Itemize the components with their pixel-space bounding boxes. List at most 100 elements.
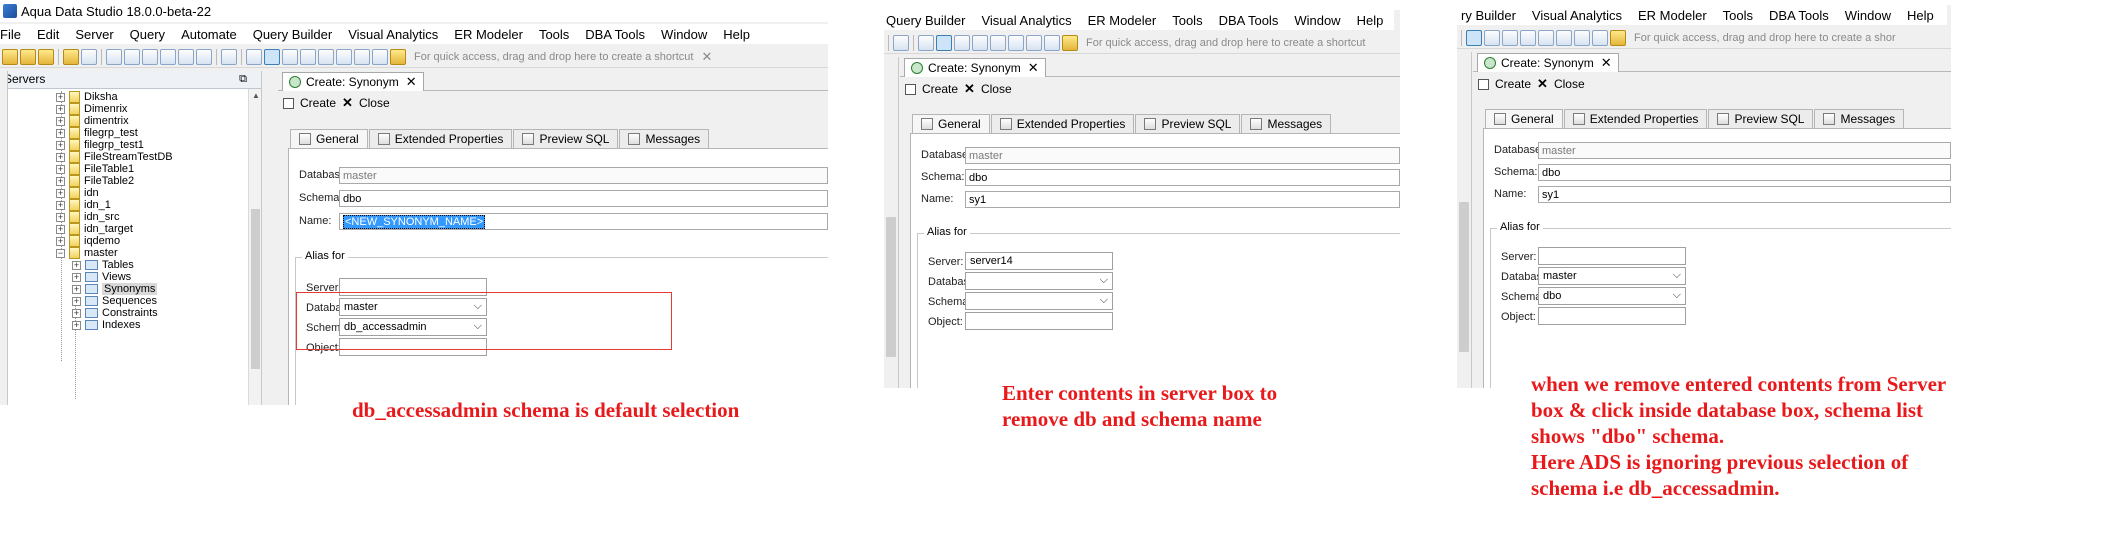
menu-window[interactable]: Window: [1286, 13, 1348, 28]
create-icon[interactable]: [1478, 78, 1489, 90]
menu-window[interactable]: Window: [653, 27, 715, 42]
menu-window[interactable]: Window: [1837, 8, 1899, 23]
menu-server[interactable]: Server: [67, 27, 121, 42]
tool-icon[interactable]: [354, 48, 370, 65]
scrollbar-thumb[interactable]: [1459, 202, 1469, 352]
shortcut-drop-area[interactable]: For quick access, drag and drop here to …: [1634, 32, 1896, 44]
tree-scrollbar[interactable]: ▲: [248, 89, 261, 405]
menu-query-builder[interactable]: Query Builder: [245, 27, 340, 42]
tool-icon[interactable]: [318, 48, 334, 65]
alias-database-select[interactable]: master ⌵: [1538, 267, 1686, 285]
close-tab-icon[interactable]: ✕: [1028, 60, 1039, 76]
close-tab-icon[interactable]: ✕: [406, 74, 417, 90]
schema-field[interactable]: dbo: [339, 190, 828, 207]
shortcut-drop-area[interactable]: For quick access, drag and drop here to …: [414, 51, 693, 63]
tool-icon[interactable]: [1484, 29, 1500, 46]
tab-preview-sql[interactable]: Preview SQL: [1708, 109, 1814, 128]
tab-create-synonym[interactable]: Create: Synonym ✕: [1477, 53, 1619, 72]
tool-icon[interactable]: [20, 48, 36, 65]
tool-icon[interactable]: [1556, 29, 1572, 46]
tool-icon[interactable]: [372, 48, 388, 65]
alias-object-field[interactable]: [965, 312, 1113, 330]
tool-icon[interactable]: [246, 48, 262, 65]
menu-query[interactable]: Query: [122, 27, 173, 42]
scrollbar-thumb[interactable]: [251, 209, 260, 369]
chevron-down-icon[interactable]: ⌵: [1100, 294, 1108, 307]
chevron-down-icon[interactable]: ⌵: [1100, 274, 1108, 287]
chevron-down-icon[interactable]: ⌵: [1673, 289, 1681, 302]
scrollbar-thumb[interactable]: [886, 217, 896, 357]
menu-dba-tools[interactable]: DBA Tools: [1211, 13, 1287, 28]
menu-visual-analytics[interactable]: Visual Analytics: [340, 27, 446, 42]
menu-dba-tools[interactable]: DBA Tools: [1761, 8, 1837, 23]
tab-extended-properties[interactable]: Extended Properties: [368, 129, 513, 148]
close-button[interactable]: Close: [359, 96, 390, 110]
tool-icon[interactable]: [972, 34, 988, 51]
menu-help[interactable]: Help: [1899, 8, 1942, 23]
tab-general[interactable]: General: [912, 114, 990, 133]
menu-help[interactable]: Help: [1349, 13, 1392, 28]
tool-icon[interactable]: [63, 48, 79, 65]
close-icon[interactable]: ✕: [1537, 76, 1548, 92]
menu-dba-tools[interactable]: DBA Tools: [577, 27, 653, 42]
close-icon[interactable]: ✕: [964, 81, 975, 97]
alias-server-field[interactable]: server14: [965, 252, 1113, 270]
tool-icon[interactable]: [1538, 29, 1554, 46]
create-icon[interactable]: [283, 97, 294, 109]
close-button[interactable]: Close: [1554, 77, 1585, 91]
tool-icon[interactable]: [1520, 29, 1536, 46]
tab-extended-properties[interactable]: Extended Properties: [1563, 109, 1708, 128]
schema-field[interactable]: dbo: [965, 169, 1400, 186]
tab-preview-sql[interactable]: Preview SQL: [1135, 114, 1241, 133]
menu-visual-analytics[interactable]: Visual Analytics: [1524, 8, 1630, 23]
name-field[interactable]: <NEW_SYNONYM_NAME>: [339, 213, 828, 230]
name-field[interactable]: sy1: [965, 191, 1400, 208]
create-button[interactable]: Create: [1495, 77, 1531, 91]
tool-icon[interactable]: [390, 48, 406, 65]
alias-schema-select[interactable]: ⌵: [965, 292, 1113, 310]
menu-visual-analytics[interactable]: Visual Analytics: [973, 13, 1079, 28]
menu-automate[interactable]: Automate: [173, 27, 245, 42]
tool-icon[interactable]: [178, 48, 194, 65]
tool-icon[interactable]: [282, 48, 298, 65]
tool-icon[interactable]: [1062, 34, 1078, 51]
tool-icon[interactable]: [1502, 29, 1518, 46]
tab-create-synonym[interactable]: Create: Synonym ✕: [282, 72, 424, 91]
tool-icon[interactable]: [1592, 29, 1608, 46]
close-icon[interactable]: ✕: [342, 95, 353, 111]
tab-general[interactable]: General: [290, 129, 368, 148]
menu-er-modeler[interactable]: ER Modeler: [446, 27, 531, 42]
tool-icon[interactable]: [336, 48, 352, 65]
tool-icon[interactable]: [1574, 29, 1590, 46]
alias-object-field[interactable]: [1538, 307, 1686, 325]
tool-icon[interactable]: [221, 48, 237, 65]
scroll-up-icon[interactable]: ▲: [252, 91, 260, 100]
alias-schema-select[interactable]: dbo ⌵: [1538, 287, 1686, 305]
create-icon[interactable]: [905, 83, 916, 95]
tool-icon[interactable]: [954, 34, 970, 51]
tool-icon[interactable]: [1026, 34, 1042, 51]
tool-icon[interactable]: [1610, 29, 1626, 46]
tree-item[interactable]: + Indexes: [72, 317, 141, 333]
alias-database-select[interactable]: ⌵: [965, 272, 1113, 290]
menu-tools[interactable]: Tools: [1715, 8, 1761, 23]
tab-messages[interactable]: Messages: [1814, 109, 1905, 128]
tool-icon[interactable]: [1466, 29, 1482, 46]
tool-icon[interactable]: [918, 34, 934, 51]
alias-server-field[interactable]: [1538, 247, 1686, 265]
tool-icon[interactable]: [264, 48, 280, 65]
collapse-icon[interactable]: −: [56, 248, 65, 258]
tool-icon[interactable]: [142, 48, 158, 65]
create-button[interactable]: Create: [300, 96, 336, 110]
tool-icon[interactable]: [300, 48, 316, 65]
menu-tools[interactable]: Tools: [1164, 13, 1210, 28]
name-field[interactable]: sy1: [1538, 186, 1951, 203]
menu-file[interactable]: File: [0, 27, 29, 42]
menu-help[interactable]: Help: [715, 27, 758, 42]
tool-icon[interactable]: [160, 48, 176, 65]
shortcut-drop-area[interactable]: For quick access, drag and drop here to …: [1086, 37, 1365, 49]
tool-icon[interactable]: [936, 34, 952, 51]
chevron-down-icon[interactable]: ⌵: [1673, 269, 1681, 282]
menu-query-builder[interactable]: Query Builder: [884, 13, 973, 28]
menu-er-modeler[interactable]: ER Modeler: [1080, 13, 1165, 28]
